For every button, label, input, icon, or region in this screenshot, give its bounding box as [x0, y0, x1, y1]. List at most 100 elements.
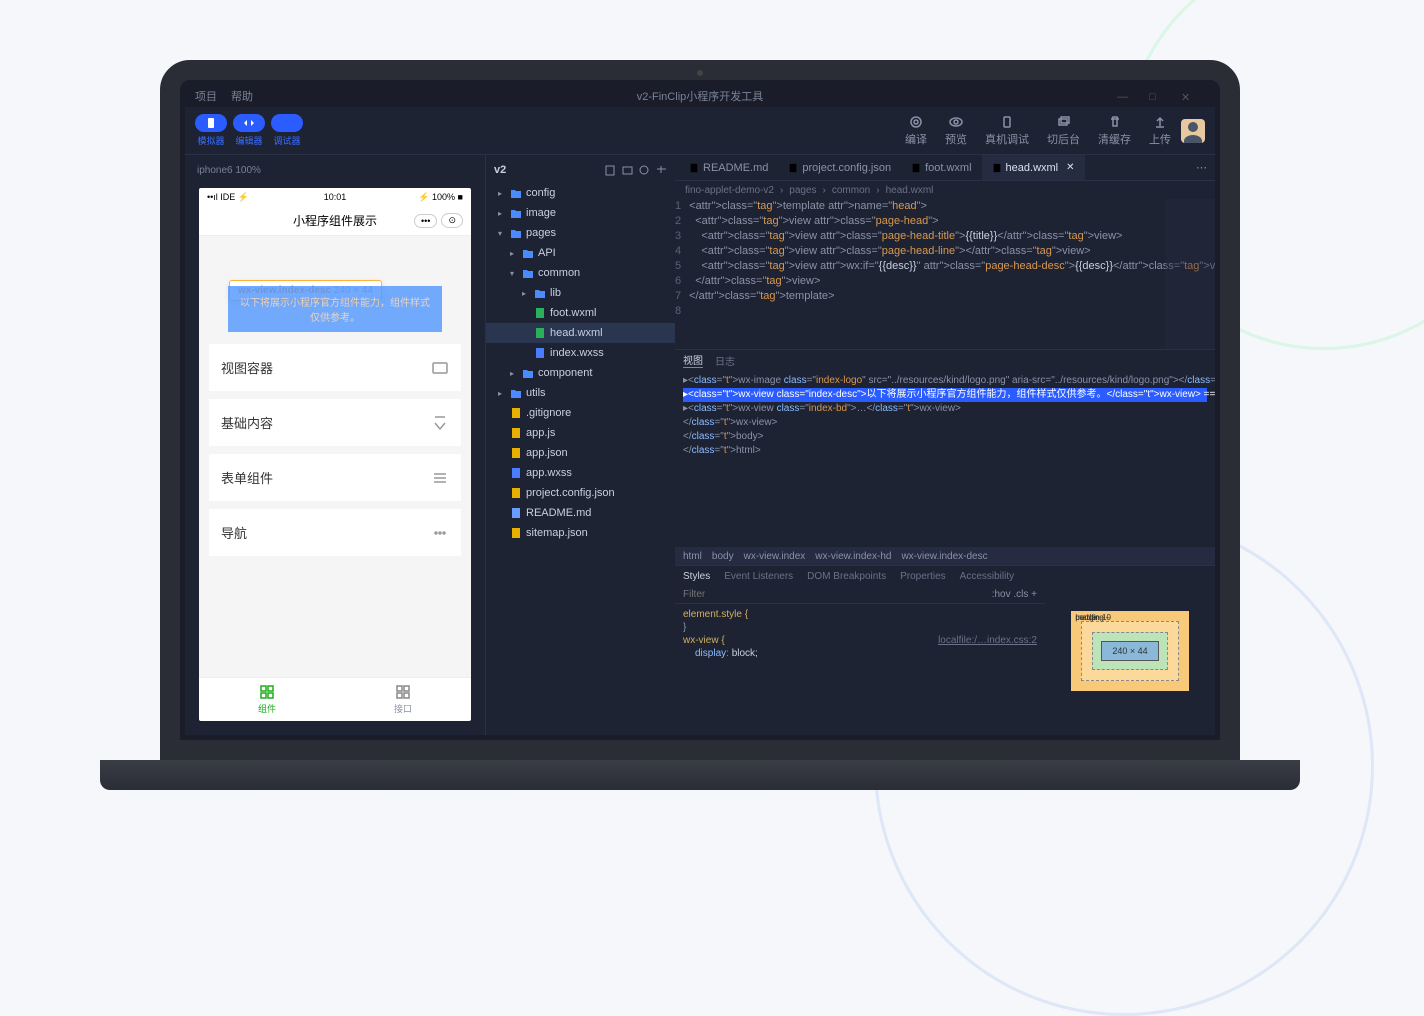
- tb-phone-button[interactable]: 模拟器: [195, 114, 227, 147]
- file-json-icon: [510, 487, 522, 499]
- crumb[interactable]: fino-applet-demo-v2: [685, 185, 774, 196]
- tb-upload-button[interactable]: 上传: [1149, 115, 1171, 147]
- dt-element-node[interactable]: </class="t">body>: [683, 430, 1207, 444]
- code-line[interactable]: <attr">class="tag">view attr">class="pag…: [689, 244, 1215, 259]
- tree-item[interactable]: ▾ pages: [486, 223, 675, 243]
- tree-item[interactable]: index.wxss: [486, 343, 675, 363]
- collapse-icon[interactable]: [656, 165, 667, 176]
- code-line[interactable]: <attr">class="tag">template attr">name="…: [689, 199, 1215, 214]
- tree-item[interactable]: README.md: [486, 503, 675, 523]
- dt-element-crumbs[interactable]: html body wx-view.index wx-view.index-hd wx-…: [675, 547, 1215, 565]
- tree-item[interactable]: app.js: [486, 423, 675, 443]
- tb-target-button[interactable]: 编译: [905, 115, 927, 147]
- minimap[interactable]: [1165, 199, 1215, 349]
- dt-element-node[interactable]: ▸<class="t">wx-view class="index-bd">…</…: [683, 402, 1207, 416]
- maximize-icon[interactable]: □: [1149, 91, 1159, 101]
- chevron-icon: ▾: [510, 269, 518, 278]
- dt-element-node[interactable]: ▸<class="t">wx-image class="index-logo" …: [683, 374, 1207, 388]
- tb-trash-button[interactable]: 清缓存: [1098, 115, 1131, 147]
- breadcrumb: fino-applet-demo-v2 › pages › common › h…: [675, 181, 1215, 199]
- tree-item[interactable]: ▸ lib: [486, 283, 675, 303]
- sim-signal: ••ıl IDE ⚡: [207, 192, 249, 203]
- close-icon[interactable]: ✕: [1066, 162, 1074, 173]
- sim-more-icon[interactable]: •••: [414, 214, 437, 228]
- sim-highlighted-view[interactable]: 以下将展示小程序官方组件能力，组件样式仅供参考。: [228, 286, 442, 332]
- folder-icon: [510, 387, 522, 399]
- tab-more-icon[interactable]: ⋯: [1188, 161, 1215, 174]
- dt-style-tab[interactable]: Event Listeners: [724, 571, 793, 582]
- new-folder-icon[interactable]: [622, 165, 633, 176]
- dt-elements-panel[interactable]: ▸<class="t">wx-image class="index-logo" …: [675, 370, 1215, 547]
- editor-tab[interactable]: foot.wxml: [901, 155, 981, 180]
- dt-tab-log[interactable]: 日志: [715, 353, 735, 368]
- tb-debug-button[interactable]: 调试器: [271, 114, 303, 147]
- dt-crumb[interactable]: html: [683, 551, 702, 562]
- dt-element-node[interactable]: ▸<class="t">wx-view class="index-desc">以…: [683, 388, 1207, 402]
- dt-style-tab[interactable]: Accessibility: [960, 571, 1014, 582]
- sim-header: 小程序组件展示 ••• ⊙: [199, 206, 471, 236]
- dt-element-node[interactable]: </class="t">wx-view>: [683, 416, 1207, 430]
- code-line[interactable]: </attr">class="tag">view>: [689, 274, 1215, 289]
- tree-item[interactable]: head.wxml: [486, 323, 675, 343]
- code-editor[interactable]: 12345678 <attr">class="tag">template att…: [675, 199, 1215, 349]
- sim-card-0[interactable]: 视图容器: [209, 344, 461, 391]
- crumb[interactable]: pages: [789, 185, 816, 196]
- dt-style-tab[interactable]: DOM Breakpoints: [807, 571, 886, 582]
- sim-card-3[interactable]: 导航: [209, 509, 461, 556]
- dt-crumb[interactable]: wx-view.index-hd: [815, 551, 891, 562]
- webcam-icon: [697, 70, 703, 76]
- sim-card-2[interactable]: 表单组件: [209, 454, 461, 501]
- sim-tabbar: 组件 接口: [199, 677, 471, 721]
- sim-close-icon[interactable]: ⊙: [441, 213, 463, 228]
- editor-tab[interactable]: project.config.json: [778, 155, 901, 180]
- dt-crumb[interactable]: body: [712, 551, 734, 562]
- code-line[interactable]: <attr">class="tag">view attr">wx:if="{{d…: [689, 259, 1215, 274]
- tb-eye-button[interactable]: 预览: [945, 115, 967, 147]
- card-icon: [431, 359, 449, 377]
- tree-root[interactable]: v2: [494, 164, 506, 176]
- menu-item-help[interactable]: 帮助: [231, 88, 253, 104]
- dt-crumb[interactable]: wx-view.index: [744, 551, 806, 562]
- sim-card-1[interactable]: 基础内容: [209, 399, 461, 446]
- dt-filter-tools[interactable]: :hov .cls +: [992, 589, 1037, 600]
- dt-tab-view[interactable]: 视图: [683, 352, 703, 368]
- dt-style-tab[interactable]: Properties: [900, 571, 946, 582]
- tree-item[interactable]: app.json: [486, 443, 675, 463]
- sim-tab-1[interactable]: 接口: [335, 678, 471, 721]
- laptop-frame: 项目 帮助 v2-FinClip小程序开发工具 — □ ✕ 模拟器 编辑器 调试…: [160, 60, 1240, 790]
- crumb[interactable]: common: [832, 185, 870, 196]
- tree-item[interactable]: app.wxss: [486, 463, 675, 483]
- dt-filter-input[interactable]: [683, 589, 992, 600]
- tb-background-button[interactable]: 切后台: [1047, 115, 1080, 147]
- code-line[interactable]: <attr">class="tag">view attr">class="pag…: [689, 229, 1215, 244]
- dt-style-rules[interactable]: element.style {}</span><span class="dt-r…: [675, 604, 1045, 664]
- tb-code-button[interactable]: 编辑器: [233, 114, 265, 147]
- tree-item[interactable]: project.config.json: [486, 483, 675, 503]
- menu-item-project[interactable]: 项目: [195, 88, 217, 104]
- editor-tab[interactable]: head.wxml✕: [982, 155, 1085, 180]
- close-icon[interactable]: ✕: [1181, 91, 1191, 101]
- sim-tab-0[interactable]: 组件: [199, 678, 335, 721]
- tree-item[interactable]: ▸ utils: [486, 383, 675, 403]
- tree-item[interactable]: sitemap.json: [486, 523, 675, 543]
- refresh-icon[interactable]: [639, 165, 650, 176]
- minimize-icon[interactable]: —: [1117, 91, 1127, 101]
- new-file-icon[interactable]: [605, 165, 616, 176]
- dt-style-tab[interactable]: Styles: [683, 571, 710, 582]
- tree-item[interactable]: ▾ common: [486, 263, 675, 283]
- crumb[interactable]: head.wxml: [886, 185, 934, 196]
- code-line[interactable]: </attr">class="tag">template>: [689, 289, 1215, 304]
- code-line[interactable]: [689, 304, 1215, 319]
- tree-item[interactable]: ▸ component: [486, 363, 675, 383]
- tb-phone-debug-button[interactable]: 真机调试: [985, 115, 1029, 147]
- avatar[interactable]: [1181, 119, 1205, 143]
- editor-tab[interactable]: README.md: [679, 155, 778, 180]
- dt-element-node[interactable]: </class="t">html>: [683, 444, 1207, 458]
- code-line[interactable]: <attr">class="tag">view attr">class="pag…: [689, 214, 1215, 229]
- tree-item[interactable]: ▸ API: [486, 243, 675, 263]
- tree-item[interactable]: .gitignore: [486, 403, 675, 423]
- tree-item[interactable]: foot.wxml: [486, 303, 675, 323]
- tree-item[interactable]: ▸ image: [486, 203, 675, 223]
- tree-item[interactable]: ▸ config: [486, 183, 675, 203]
- dt-crumb[interactable]: wx-view.index-desc: [901, 551, 987, 562]
